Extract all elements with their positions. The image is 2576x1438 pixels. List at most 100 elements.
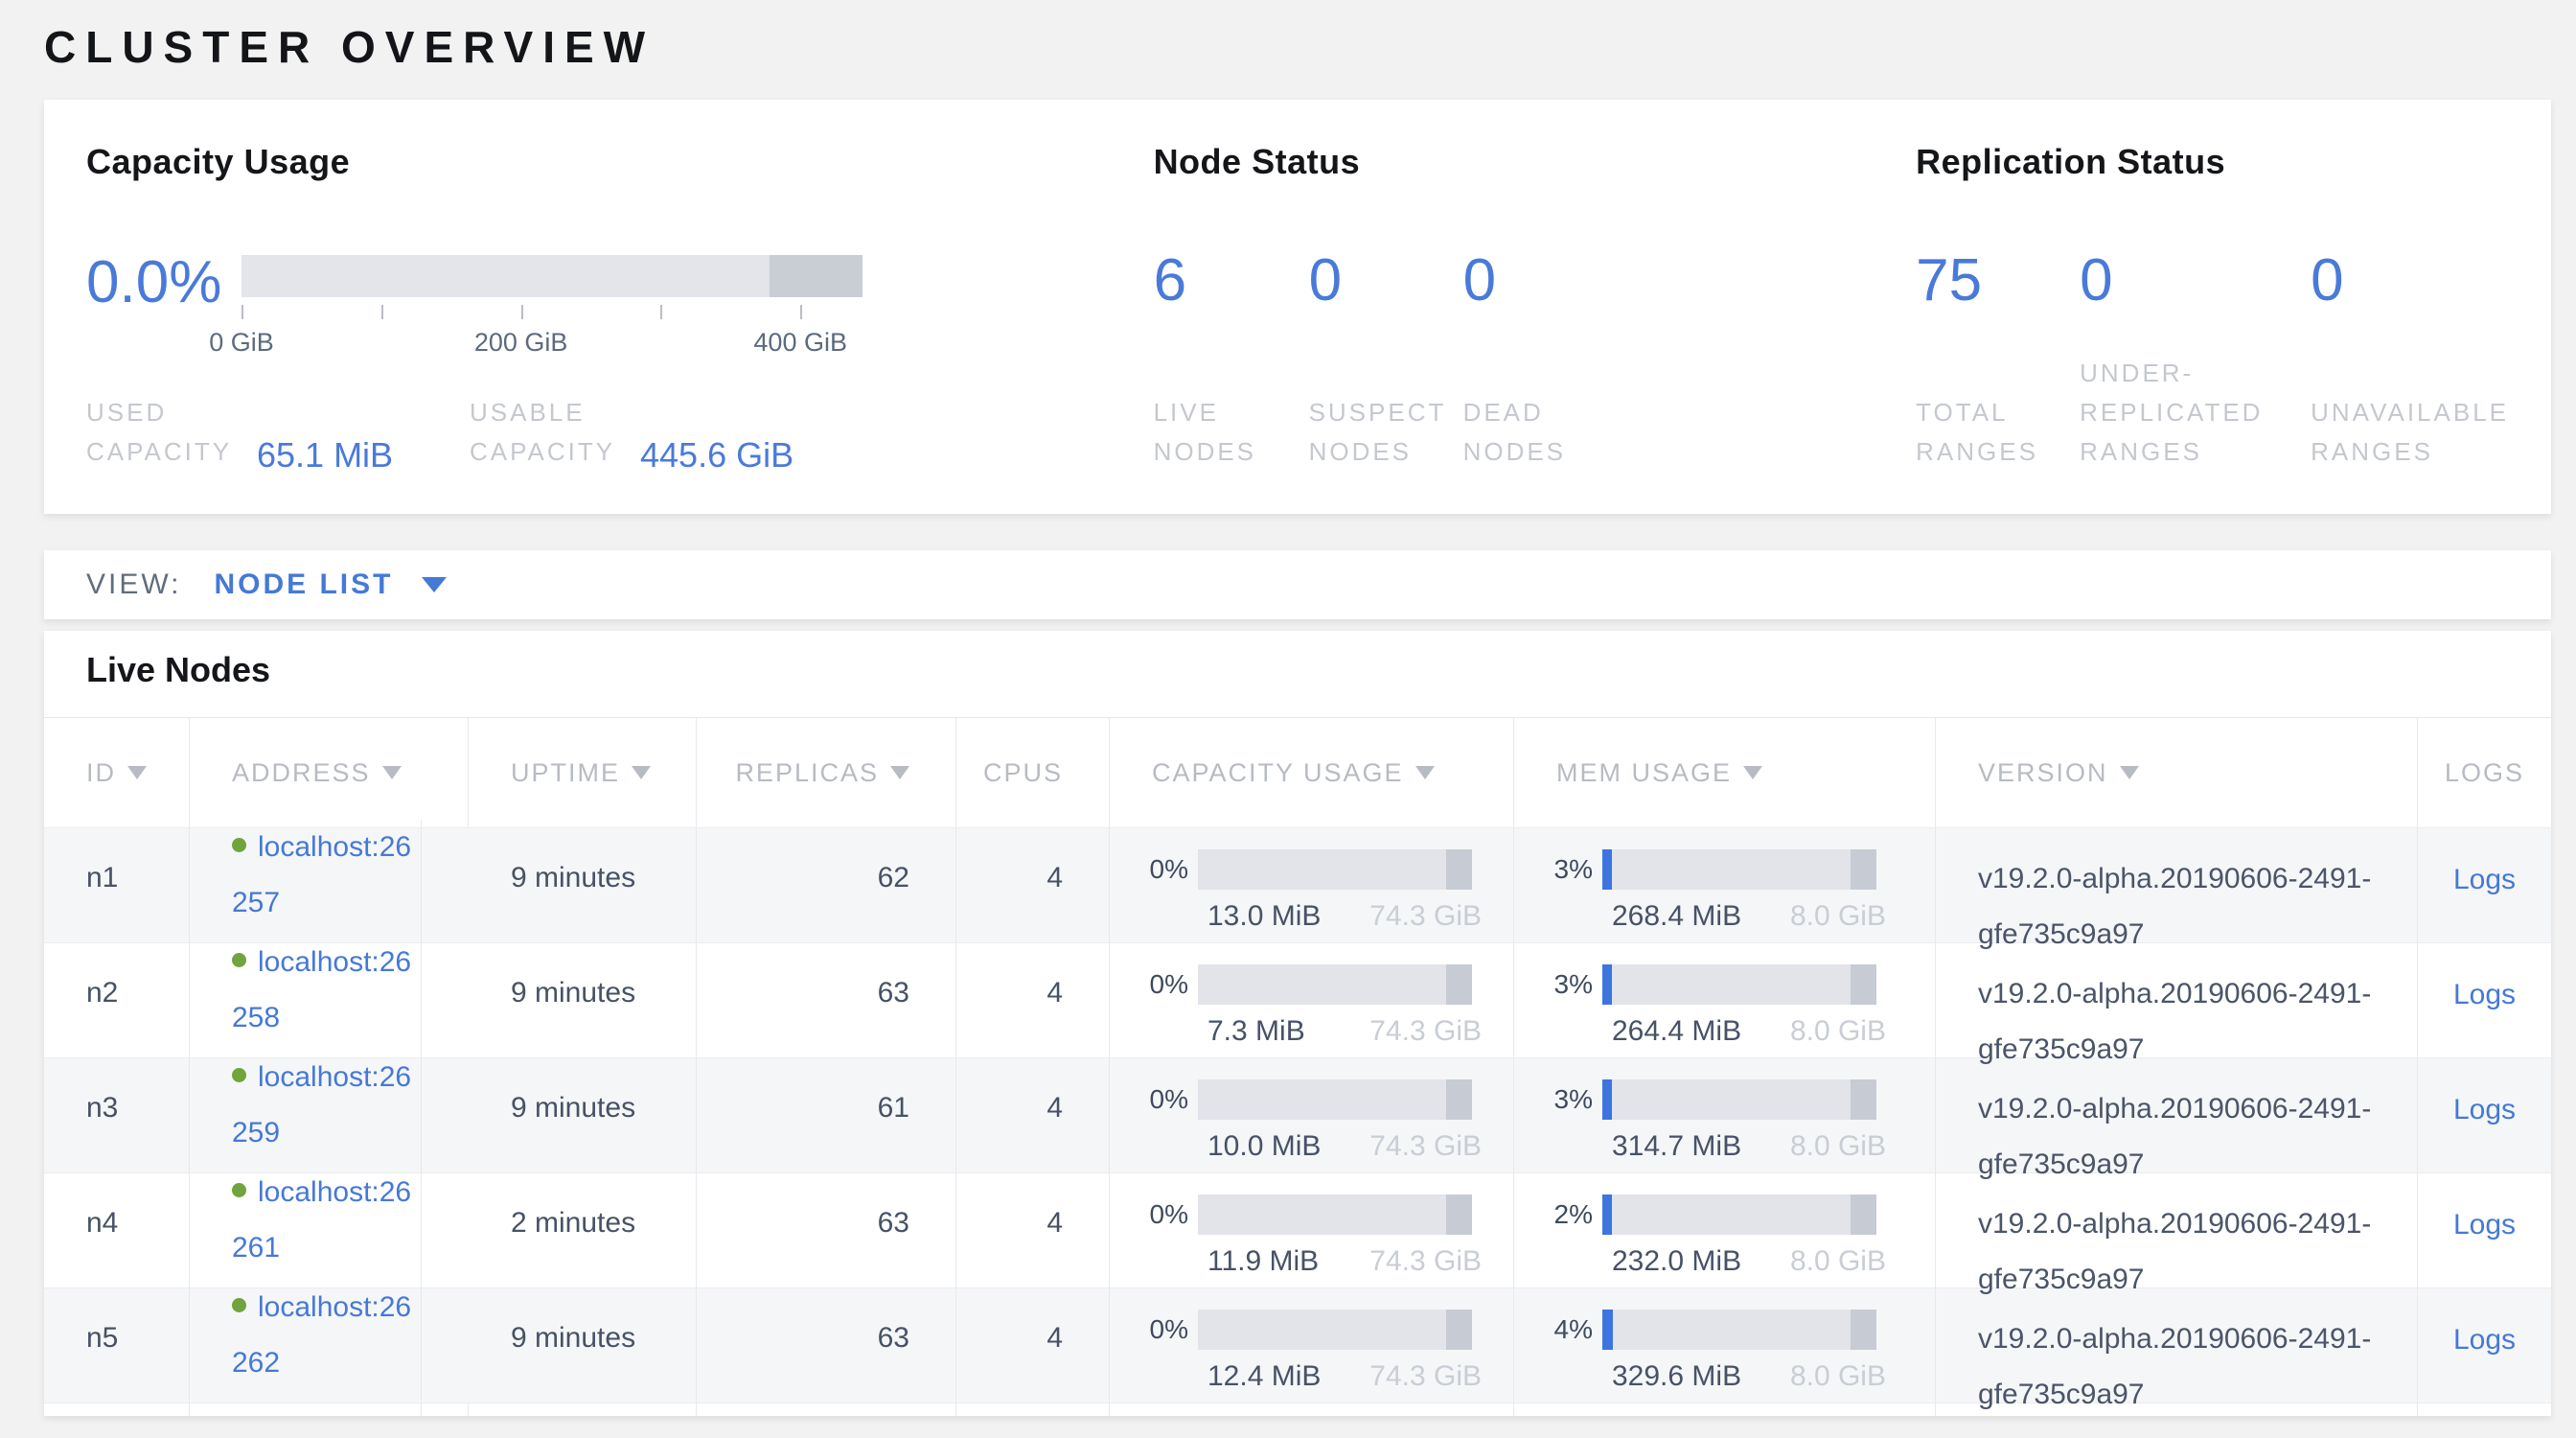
capacity-used-value: 13.0 MiB: [1208, 897, 1321, 936]
uptime-cell: 9 minutes: [469, 1058, 697, 1193]
axis-tick-label: 200 GiB: [474, 328, 568, 358]
logs-cell: Logs: [2418, 1173, 2551, 1308]
uptime-cell: 9 minutes: [469, 943, 697, 1078]
mem-total-value: 8.0 GiB: [1790, 1127, 1886, 1166]
node-live-status-dot: [232, 953, 246, 967]
sort-desc-icon: [382, 766, 402, 779]
column-header-cpus: CPUS: [956, 718, 1110, 827]
sort-desc-icon: [1743, 766, 1762, 779]
capacity-total-value: 74.3 GiB: [1369, 897, 1482, 936]
live-nodes-count: 6: [1154, 251, 1309, 311]
capacity-percent: 0.0%: [86, 253, 242, 313]
capacity-usage-cell: 0% 7.3 MiB 74.3 GiB: [1110, 943, 1514, 1078]
mem-bar-fill: [1602, 1079, 1612, 1120]
mem-bar-fill: [1602, 964, 1612, 1005]
axis-tick-label: 400 GiB: [753, 328, 847, 358]
axis-tick: [660, 305, 662, 319]
capacity-usage-bar: [1198, 1079, 1472, 1120]
live-nodes-panel: Live Nodes ID ADDRESS UPTIME REPLICAS CP…: [44, 631, 2551, 1416]
version-cell: v19.2.0-alpha.20190606-2491-gfe735c9a97: [1936, 1173, 2418, 1308]
node-address-link[interactable]: localhost:26261: [232, 1176, 411, 1264]
logs-link[interactable]: Logs: [2453, 979, 2516, 1010]
view-dropdown-value[interactable]: NODE LIST: [214, 568, 393, 601]
uptime-cell: 2 minutes: [469, 1173, 697, 1308]
cpus-cell: 4: [956, 1288, 1110, 1416]
node-id-cell: n3: [44, 1058, 190, 1193]
replication-status-heading: Replication Status: [1916, 142, 2509, 182]
sort-desc-icon: [890, 766, 909, 779]
mem-used-value: 329.6 MiB: [1612, 1357, 1741, 1396]
live-nodes-table: ID ADDRESS UPTIME REPLICAS CPUS CAPACITY…: [44, 717, 2551, 1416]
mem-percent-label: 2%: [1514, 1195, 1602, 1234]
column-header-address[interactable]: ADDRESS: [190, 718, 469, 827]
mem-usage-cell: 3% 268.4 MiB 8.0 GiB: [1514, 828, 1936, 963]
capacity-total-value: 74.3 GiB: [1369, 1127, 1482, 1166]
table-body: n1 localhost:26257 9 minutes 62 4 0% 13.…: [44, 827, 2551, 1403]
mem-bar-fill: [1602, 1310, 1613, 1350]
view-dropdown[interactable]: NODE LIST: [214, 568, 447, 601]
mem-usage-cell: 4% 329.6 MiB 8.0 GiB: [1514, 1288, 1936, 1416]
column-header-replicas[interactable]: REPLICAS: [697, 718, 956, 827]
under-replicated-ranges-label: UNDER-REPLICATED RANGES: [2080, 354, 2305, 472]
capacity-usage-heading: Capacity Usage: [86, 142, 1154, 182]
capacity-bar-endcap: [1446, 849, 1472, 890]
logs-link[interactable]: Logs: [2453, 1209, 2516, 1241]
node-status-section: Node Status 6 0 0 LIVE NODES SUSPECT NOD…: [1154, 142, 1917, 472]
mem-total-value: 8.0 GiB: [1790, 1012, 1886, 1051]
node-live-status-dot: [232, 838, 246, 852]
column-header-mem-usage[interactable]: MEM USAGE: [1514, 718, 1936, 827]
node-address-link[interactable]: localhost:26257: [232, 831, 411, 918]
mem-usage-cell: 3% 314.7 MiB 8.0 GiB: [1514, 1058, 1936, 1193]
mem-bar-endcap: [1851, 849, 1876, 890]
node-address-link[interactable]: localhost:26259: [232, 1061, 411, 1148]
table-row: n3 localhost:26259 9 minutes 61 4 0% 10.…: [44, 1057, 2551, 1172]
table-row: n5 localhost:26262 9 minutes 63 4 0% 12.…: [44, 1287, 2551, 1403]
axis-tick: [521, 305, 523, 319]
mem-usage-bar: [1602, 964, 1876, 1005]
page-title: CLUSTER OVERVIEW: [44, 21, 655, 73]
sort-desc-icon: [632, 766, 651, 779]
mem-percent-label: 3%: [1514, 850, 1602, 889]
mem-bar-endcap: [1851, 1310, 1876, 1350]
logs-link[interactable]: Logs: [2453, 1094, 2516, 1125]
node-id-cell: n1: [44, 828, 190, 963]
total-ranges-label: TOTAL RANGES: [1916, 393, 2069, 472]
view-selector-bar: VIEW: NODE LIST: [44, 550, 2551, 619]
capacity-usage-section: Capacity Usage 0.0% 0 GiB 200 GiB 400 Gi…: [86, 142, 1154, 472]
capacity-percent-label: 0%: [1110, 1195, 1198, 1234]
sort-desc-icon: [127, 766, 147, 779]
usable-capacity-label: USABLE CAPACITY: [470, 393, 623, 472]
capacity-total-value: 74.3 GiB: [1369, 1242, 1482, 1281]
logs-link[interactable]: Logs: [2453, 864, 2516, 895]
column-header-uptime[interactable]: UPTIME: [469, 718, 697, 827]
capacity-percent-label: 0%: [1110, 850, 1198, 889]
version-cell: v19.2.0-alpha.20190606-2491-gfe735c9a97: [1936, 943, 2418, 1078]
capacity-usage-bar: [1198, 849, 1472, 890]
node-address-link[interactable]: localhost:26258: [232, 946, 411, 1033]
capacity-percent-label: 0%: [1110, 1080, 1198, 1119]
node-address-link[interactable]: localhost:26262: [232, 1291, 411, 1379]
mem-bar-endcap: [1851, 1194, 1876, 1235]
mem-usage-bar: [1602, 1310, 1876, 1350]
version-cell: v19.2.0-alpha.20190606-2491-gfe735c9a97: [1936, 828, 2418, 963]
node-id-cell: n4: [44, 1173, 190, 1308]
node-status-heading: Node Status: [1154, 142, 1917, 182]
capacity-usage-cell: 0% 10.0 MiB 74.3 GiB: [1110, 1058, 1514, 1193]
capacity-usage-cell: 0% 13.0 MiB 74.3 GiB: [1110, 828, 1514, 963]
column-header-id[interactable]: ID: [44, 718, 190, 827]
used-capacity-label: USED CAPACITY: [86, 393, 240, 472]
capacity-bar: 0 GiB 200 GiB 400 GiB: [242, 255, 862, 313]
capacity-total-value: 74.3 GiB: [1369, 1357, 1482, 1396]
column-header-version[interactable]: VERSION: [1936, 718, 2418, 827]
capacity-total-value: 74.3 GiB: [1369, 1012, 1482, 1051]
capacity-percent-label: 0%: [1110, 1310, 1198, 1349]
mem-usage-bar: [1602, 1079, 1876, 1120]
logs-cell: Logs: [2418, 1288, 2551, 1416]
capacity-usage-bar: [1198, 1194, 1472, 1235]
column-header-capacity-usage[interactable]: CAPACITY USAGE: [1110, 718, 1514, 827]
logs-link[interactable]: Logs: [2453, 1324, 2516, 1356]
cpus-cell: 4: [956, 828, 1110, 963]
unavailable-ranges-label: UNAVAILABLE RANGES: [2311, 393, 2509, 472]
capacity-usage-bar: [1198, 1310, 1472, 1350]
cpus-cell: 4: [956, 943, 1110, 1078]
